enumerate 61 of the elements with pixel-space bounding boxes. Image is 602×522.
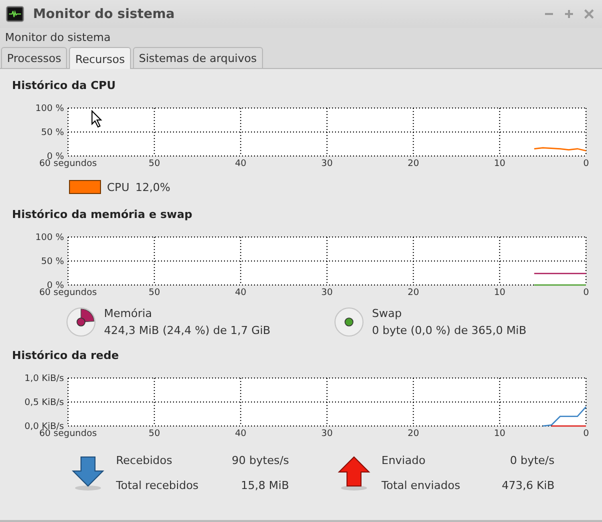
x-tick-label: 40	[234, 159, 246, 169]
x-tick-label: 60 segundos	[39, 429, 97, 439]
series-line	[534, 272, 586, 274]
x-tick-label: 40	[234, 429, 246, 439]
stat-value: 90 bytes/s	[230, 454, 289, 467]
x-tick-label: 0	[583, 429, 589, 439]
legend-value: 12,0%	[135, 180, 170, 194]
legend-swatch[interactable]	[69, 180, 101, 194]
section-title: Histórico da memória e swap	[11, 208, 194, 223]
y-tick-label: 100 %	[35, 233, 64, 243]
down-arrow-icon	[71, 455, 105, 491]
x-tick-label: 30	[321, 288, 333, 298]
x-tick-label: 60 segundos	[39, 288, 97, 298]
maximize-icon[interactable]	[564, 9, 574, 19]
x-tick-label: 0	[583, 159, 589, 169]
y-tick-label: 1,0 KiB/s	[24, 374, 64, 384]
memory-detail: 424,3 MiB (24,4 %) de 1,7 GiB	[104, 324, 270, 337]
tab[interactable]: Sistemas de arquivos	[132, 47, 263, 68]
tab[interactable]: Recursos	[69, 47, 131, 69]
close-icon[interactable]	[584, 9, 594, 19]
x-tick-label: 20	[408, 429, 420, 439]
menu-label[interactable]: Monitor do sistema	[5, 30, 111, 44]
x-tick-label: 60 segundos	[39, 159, 97, 169]
y-tick-label: 50 %	[41, 128, 64, 138]
stat-value: 0 byte/s	[508, 454, 554, 467]
x-tick-label: 20	[408, 288, 420, 298]
y-tick-label: 0,5 KiB/s	[24, 398, 64, 408]
pie-icon[interactable]	[334, 307, 364, 337]
window-title: Monitor do sistema	[33, 6, 175, 22]
x-tick-label: 50	[148, 429, 160, 439]
x-tick-label: 0	[583, 288, 589, 298]
memory-detail: 0 byte (0,0 %) de 365,0 MiB	[372, 324, 526, 337]
y-tick-label: 50 %	[41, 257, 64, 267]
stat-label: Total recebidos	[116, 479, 200, 492]
x-tick-label: 50	[148, 288, 160, 298]
stat-value: 15,8 MiB	[240, 479, 289, 492]
memory-label: Memória	[104, 307, 154, 320]
stat-label: Recebidos	[116, 454, 174, 467]
series-line	[534, 147, 586, 152]
x-tick-label: 20	[408, 159, 420, 169]
tab[interactable]: Processos	[1, 47, 68, 68]
y-tick-label: 100 %	[35, 104, 64, 114]
mouse-pointer-icon	[91, 110, 103, 128]
stat-label: Enviado	[382, 454, 426, 467]
x-tick-label: 50	[148, 159, 160, 169]
x-tick-label: 40	[234, 288, 246, 298]
up-arrow-icon	[336, 455, 370, 491]
pie-icon[interactable]	[66, 307, 96, 337]
x-tick-label: 30	[321, 159, 333, 169]
x-tick-label: 10	[494, 429, 506, 439]
x-tick-label: 10	[494, 159, 506, 169]
x-tick-label: 10	[494, 288, 506, 298]
stat-label: Total enviados	[382, 479, 462, 492]
section-title: Histórico da CPU	[11, 79, 117, 94]
stat-value: 473,6 KiB	[500, 479, 554, 492]
legend-label: CPU	[107, 180, 130, 194]
section-title: Histórico da rede	[11, 349, 120, 364]
series-line	[534, 284, 586, 286]
x-tick-label: 30	[321, 429, 333, 439]
monitor-icon	[6, 6, 24, 22]
memory-label: Swap	[372, 307, 403, 320]
